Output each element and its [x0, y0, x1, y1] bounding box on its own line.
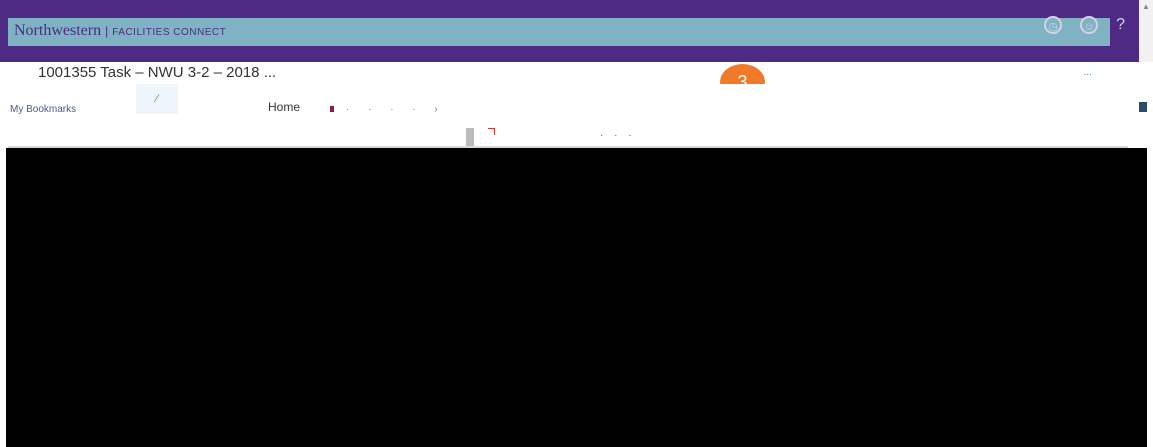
bookmarks-row: My Bookmarks ∕ Home · · · · ›: [0, 84, 1153, 115]
side-panel-toggle[interactable]: [1139, 102, 1147, 112]
attachment-button[interactable]: ∕: [136, 84, 178, 114]
top-bar: Northwestern | FACILITIES CONNECT ◷ ☺ ? …: [0, 0, 1153, 62]
window-scrollbar[interactable]: ▲: [1139, 0, 1153, 62]
content-area: [6, 148, 1147, 447]
clock-icon[interactable]: ◷: [1044, 16, 1063, 34]
page-title-row: 1001355 Task – NWU 3-2 – 2018 ... ...: [14, 62, 1094, 86]
corner-marker-icon: [488, 128, 495, 135]
title-right-links[interactable]: ...: [1084, 67, 1092, 78]
brand-logo[interactable]: Northwestern | FACILITIES CONNECT: [14, 20, 226, 42]
help-icon[interactable]: ?: [1116, 16, 1125, 34]
home-link[interactable]: Home: [268, 100, 301, 115]
brand-name: Northwestern: [14, 22, 102, 39]
page-title: 1001355 Task – NWU 3-2 – 2018 ...: [38, 64, 277, 81]
paperclip-icon: ∕: [156, 93, 158, 105]
toolbar-grip[interactable]: [466, 128, 474, 148]
brand-separator: |: [105, 24, 109, 38]
brand-subtitle: FACILITIES CONNECT: [112, 27, 227, 38]
sub-toolbar: · · ·: [0, 114, 1153, 150]
toolbar-text: · · ·: [600, 130, 636, 141]
header-icon-group: ◷ ☺ ?: [1044, 16, 1125, 34]
user-icon[interactable]: ☺: [1080, 16, 1099, 34]
scroll-up-icon[interactable]: ▲: [1139, 0, 1153, 14]
breadcrumb-marker: [330, 106, 334, 112]
